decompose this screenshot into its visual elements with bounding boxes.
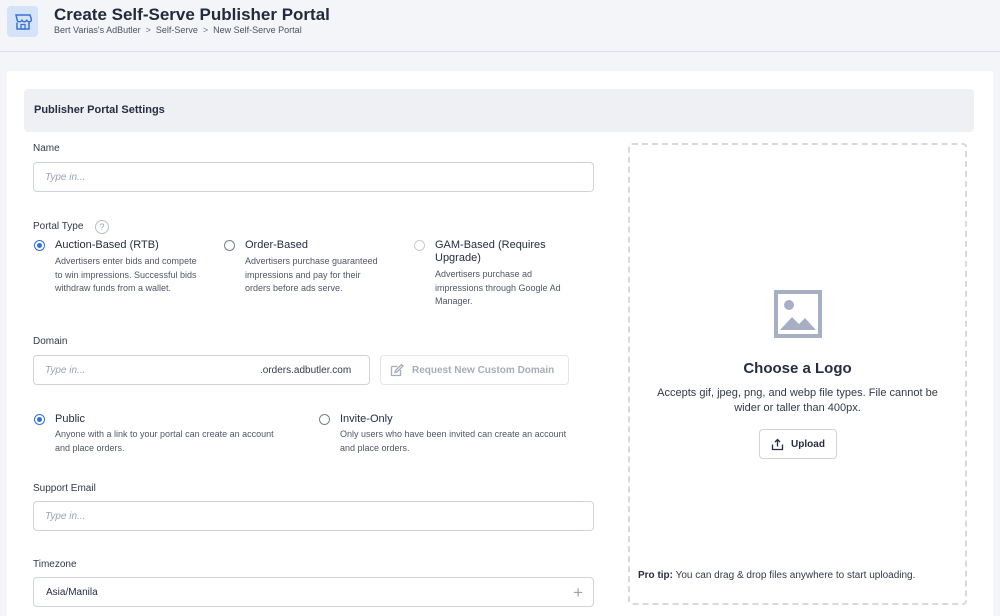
support-email-input[interactable]: Type in... [33, 501, 594, 531]
domain-input[interactable]: Type in... [33, 355, 251, 385]
support-email-label: Support Email [33, 483, 96, 494]
logo-description: Accepts gif, jpeg, png, and webp file ty… [657, 387, 938, 414]
domain-suffix: .orders.adbutler.com [250, 355, 370, 385]
name-label: Name [33, 143, 60, 154]
breadcrumb-item-self-serve[interactable]: Self-Serve [156, 25, 198, 35]
edit-icon [390, 363, 404, 377]
portal-type-label: Portal Type [33, 221, 84, 232]
option-desc-order: Advertisers purchase guaranteed impressi… [245, 256, 378, 293]
image-icon [774, 290, 822, 338]
option-title-invite: Invite-Only [340, 413, 393, 425]
help-icon[interactable]: ? [95, 220, 109, 234]
logo-title: Choose a Logo [743, 360, 852, 377]
pro-tip-label: Pro tip: [638, 570, 673, 581]
option-title-public: Public [55, 413, 85, 425]
option-desc-invite: Only users who have been invited can cre… [340, 429, 567, 453]
plus-icon: + [573, 583, 583, 602]
storefront-icon [7, 6, 38, 37]
request-custom-domain-button[interactable]: Request New Custom Domain [380, 355, 569, 385]
breadcrumb-separator: > [145, 25, 151, 35]
logo-dropzone[interactable]: Choose a Logo Accepts gif, jpeg, png, an… [628, 143, 967, 605]
option-desc-auction: Advertisers enter bids and compete to wi… [55, 256, 197, 293]
upload-icon [771, 438, 784, 450]
page-header: Create Self-Serve Publisher Portal Bert … [0, 0, 1000, 52]
option-title-auction: Auction-Based (RTB) [55, 239, 159, 251]
support-email-placeholder: Type in... [45, 511, 86, 522]
settings-card: Publisher Portal Settings Name Type in..… [7, 71, 993, 616]
timezone-value: Asia/Manila [46, 587, 98, 598]
radio-invite-only[interactable] [319, 414, 330, 425]
radio-gam-based[interactable] [414, 240, 425, 251]
name-input[interactable]: Type in... [33, 162, 594, 192]
upload-label: Upload [791, 438, 825, 450]
upload-button[interactable]: Upload [759, 429, 837, 459]
domain-label: Domain [33, 336, 68, 347]
pro-tip: Pro tip: You can drag & drop files anywh… [638, 570, 915, 581]
domain-placeholder: Type in... [45, 365, 86, 376]
option-desc-public: Anyone with a link to your portal can cr… [55, 429, 274, 453]
timezone-label: Timezone [33, 559, 77, 570]
section-title: Publisher Portal Settings [34, 104, 165, 116]
breadcrumb-item-current: New Self-Serve Portal [213, 25, 302, 35]
radio-public[interactable] [34, 414, 45, 425]
breadcrumb-separator: > [202, 25, 209, 35]
timezone-select[interactable]: Asia/Manila + [33, 577, 594, 607]
radio-order-based[interactable] [224, 240, 235, 251]
section-header: Publisher Portal Settings [24, 89, 974, 132]
request-custom-domain-label: Request New Custom Domain [412, 364, 555, 376]
name-placeholder: Type in... [45, 172, 86, 183]
breadcrumb: Bert Varias's AdButler > Self-Serve > Ne… [54, 25, 302, 35]
option-title-order: Order-Based [245, 239, 308, 251]
pro-tip-text: You can drag & drop files anywhere to st… [675, 570, 916, 581]
option-desc-gam: Advertisers purchase ad impressions thro… [435, 269, 561, 306]
page-title: Create Self-Serve Publisher Portal [54, 5, 330, 24]
breadcrumb-item-account[interactable]: Bert Varias's AdButler [54, 25, 141, 35]
radio-auction-based[interactable] [34, 240, 45, 251]
option-title-gam: GAM-Based (Requires Upgrade) [435, 239, 546, 264]
